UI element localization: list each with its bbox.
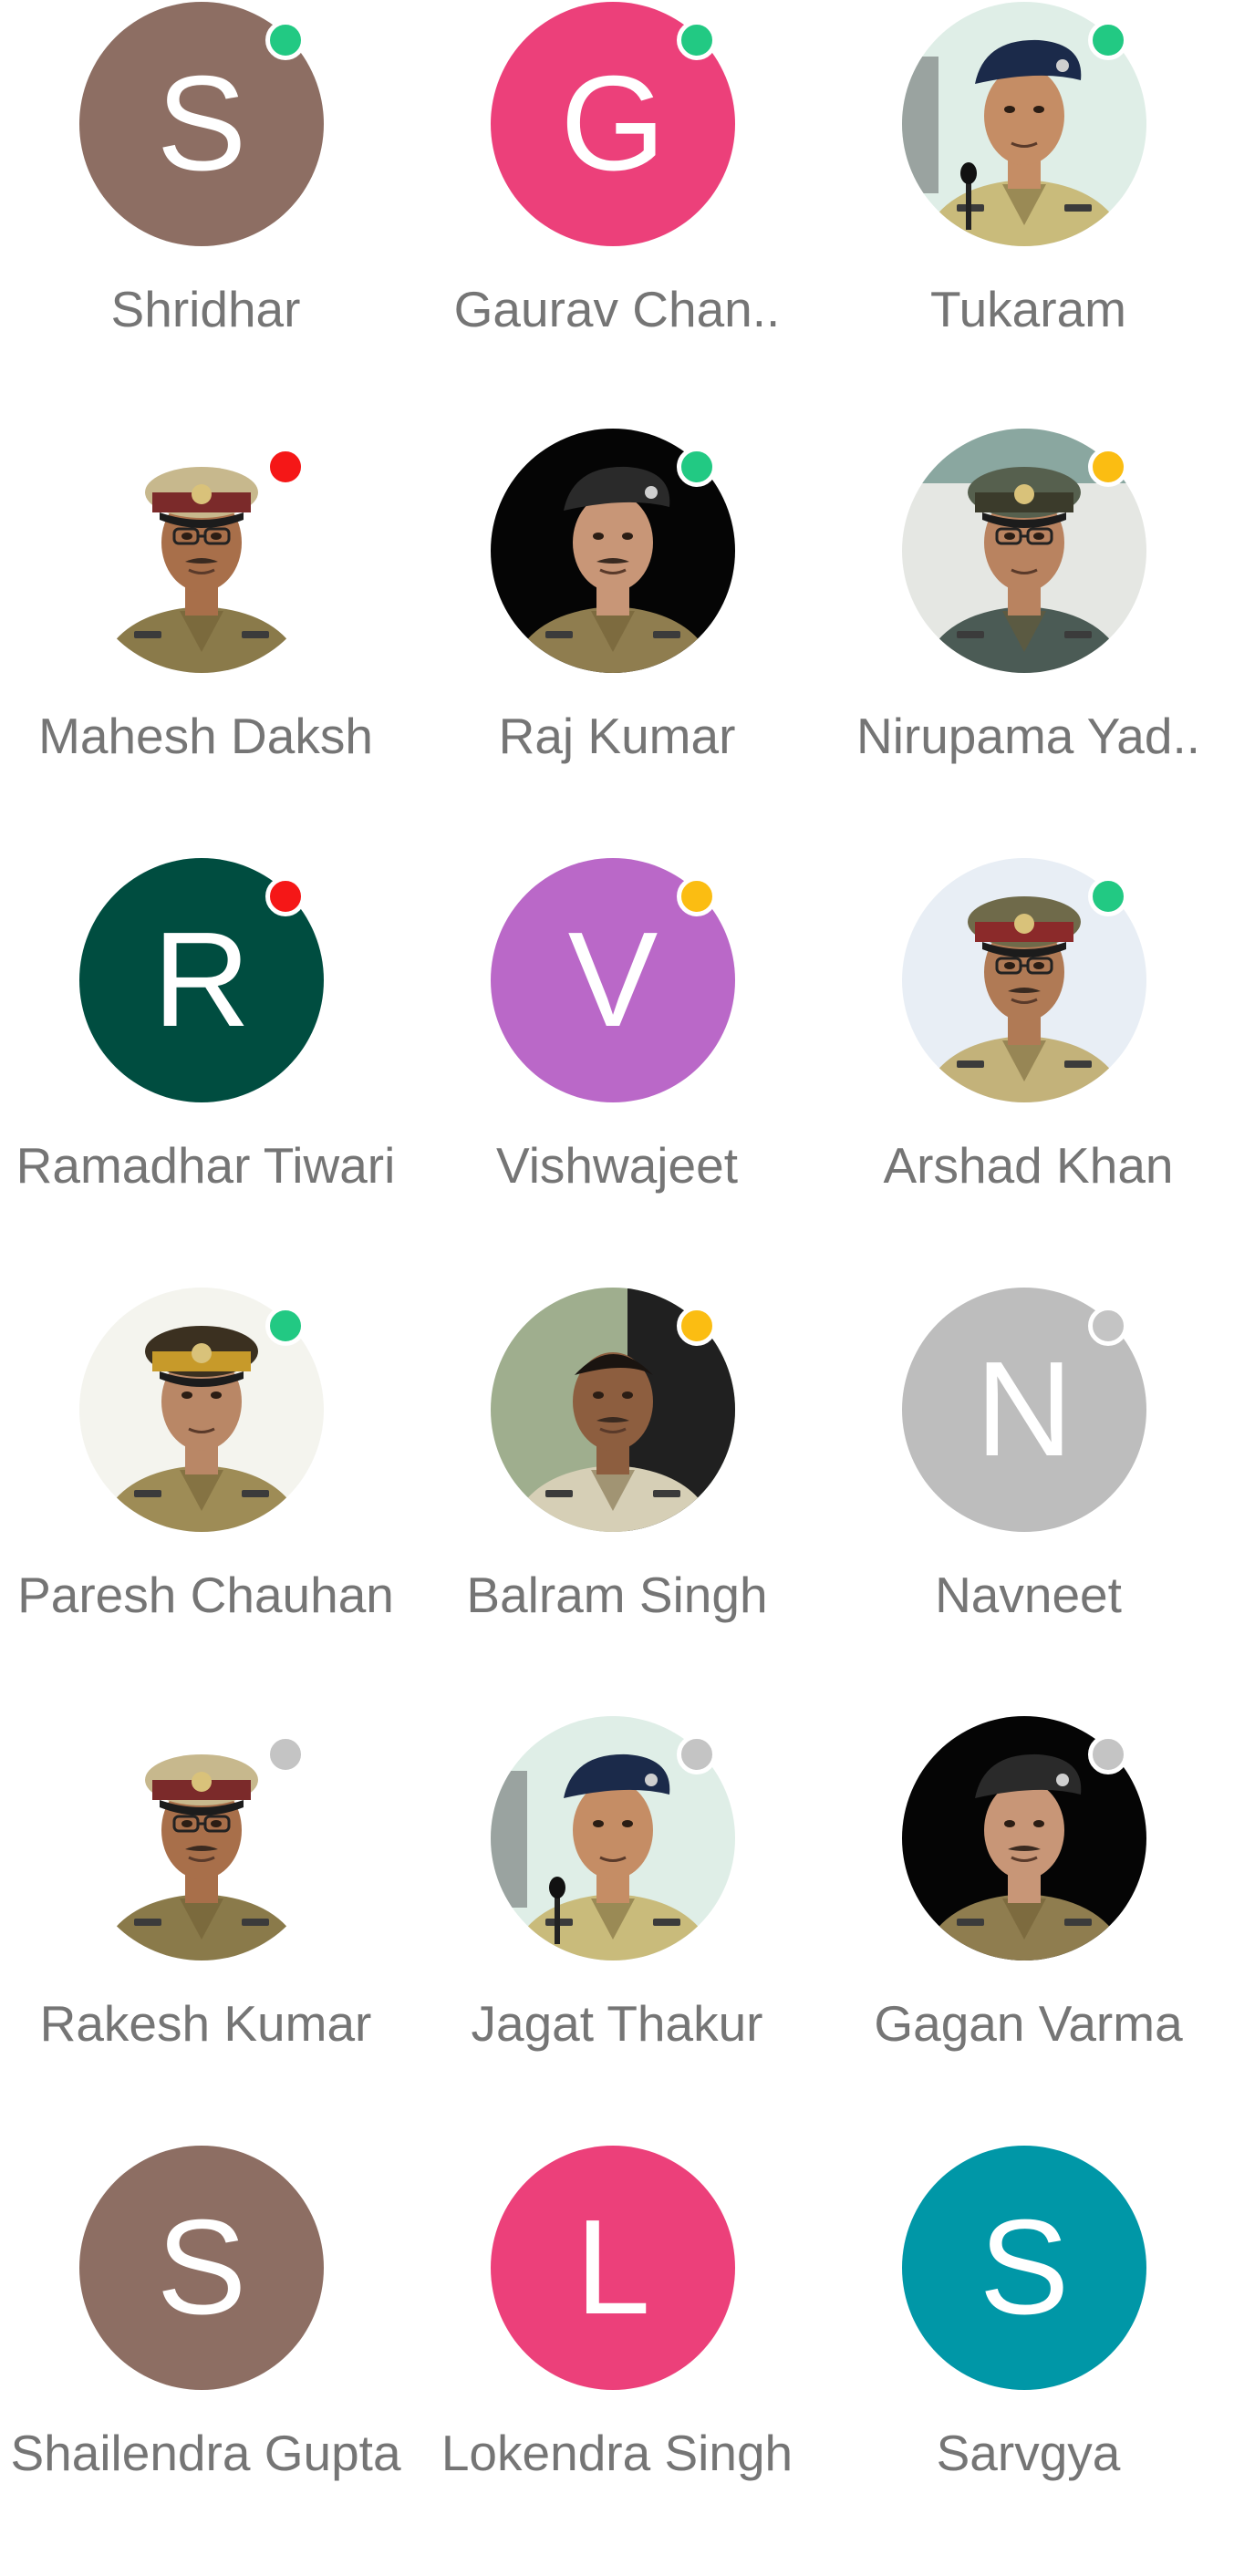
avatar-initial: R xyxy=(152,905,251,1055)
contact-name: Paresh Chauhan xyxy=(17,1567,394,1623)
contact-name: Shailendra Gupta xyxy=(10,2425,401,2481)
contact-item-sarvgya[interactable]: S Sarvgya xyxy=(823,2146,1234,2576)
avatar: L xyxy=(491,2146,735,2390)
contact-name: Shridhar xyxy=(110,281,301,337)
contact-item-paresh-chauhan[interactable]: Paresh Chauhan xyxy=(0,1288,411,1718)
status-online-indicator xyxy=(677,20,717,60)
contact-item-rakesh-kumar[interactable]: Rakesh Kumar xyxy=(0,1716,411,2147)
contact-item-mahesh-daksh[interactable]: Mahesh Daksh xyxy=(0,429,411,859)
contact-item-lokendra-singh[interactable]: L Lokendra Singh xyxy=(411,2146,823,2576)
contact-item-raj-kumar[interactable]: Raj Kumar xyxy=(411,429,823,859)
contact-name: Rakesh Kumar xyxy=(39,1995,372,2052)
avatar-initial: N xyxy=(975,1334,1073,1485)
avatar: S xyxy=(902,2146,1146,2390)
status-online-indicator xyxy=(265,1306,306,1346)
contact-name: Gagan Varma xyxy=(874,1995,1183,2052)
status-online-indicator xyxy=(265,20,306,60)
status-away-indicator xyxy=(677,1306,717,1346)
contact-item-vishwajeet[interactable]: V Vishwajeet xyxy=(411,858,823,1288)
contact-item-shridhar[interactable]: S Shridhar xyxy=(0,2,411,432)
avatar-initial: L xyxy=(575,2192,651,2343)
contact-item-shailendra-gupta[interactable]: S Shailendra Gupta xyxy=(0,2146,411,2576)
contact-name: Tukaram xyxy=(930,281,1126,337)
contact-name: Nirupama Yad.. xyxy=(856,708,1201,764)
avatar-initial: S xyxy=(156,48,247,199)
status-offline-indicator xyxy=(677,1734,717,1774)
contact-name: Sarvgya xyxy=(936,2425,1121,2481)
contacts-grid: S Shridhar G Gaurav Chan.. Tukaram Mahesh Dak… xyxy=(0,0,1234,2498)
contact-item-navneet[interactable]: N Navneet xyxy=(823,1288,1234,1718)
contact-name: Gaurav Chan.. xyxy=(453,281,781,337)
contact-item-tukaram[interactable]: Tukaram xyxy=(823,2,1234,432)
status-online-indicator xyxy=(1088,20,1128,60)
avatar-initial: V xyxy=(567,905,658,1055)
contact-item-arshad-khan[interactable]: Arshad Khan xyxy=(823,858,1234,1288)
status-online-indicator xyxy=(677,447,717,487)
contact-name: Raj Kumar xyxy=(498,708,736,764)
contact-name: Balram Singh xyxy=(466,1567,768,1623)
contact-name: Mahesh Daksh xyxy=(38,708,373,764)
contact-name: Jagat Thakur xyxy=(471,1995,763,2052)
avatar: S xyxy=(79,2146,324,2390)
status-away-indicator xyxy=(1088,447,1128,487)
contact-name: Lokendra Singh xyxy=(441,2425,793,2481)
status-busy-indicator xyxy=(265,876,306,916)
contact-name: Ramadhar Tiwari xyxy=(16,1137,396,1194)
status-busy-indicator xyxy=(265,447,306,487)
status-offline-indicator xyxy=(1088,1734,1128,1774)
contact-item-nirupama-yad[interactable]: Nirupama Yad.. xyxy=(823,429,1234,859)
contact-item-gaurav-chan[interactable]: G Gaurav Chan.. xyxy=(411,2,823,432)
status-offline-indicator xyxy=(1088,1306,1128,1346)
status-offline-indicator xyxy=(265,1734,306,1774)
status-online-indicator xyxy=(1088,876,1128,916)
contact-name: Vishwajeet xyxy=(496,1137,738,1194)
status-away-indicator xyxy=(677,876,717,916)
contact-item-jagat-thakur[interactable]: Jagat Thakur xyxy=(411,1716,823,2147)
avatar-initial: G xyxy=(560,48,666,199)
avatar-initial: S xyxy=(979,2192,1070,2343)
contact-name: Arshad Khan xyxy=(883,1137,1174,1194)
contact-item-ramadhar-tiwari[interactable]: R Ramadhar Tiwari xyxy=(0,858,411,1288)
contact-name: Navneet xyxy=(935,1567,1122,1623)
contact-item-gagan-varma[interactable]: Gagan Varma xyxy=(823,1716,1234,2147)
contact-item-balram-singh[interactable]: Balram Singh xyxy=(411,1288,823,1718)
avatar-initial: S xyxy=(156,2192,247,2343)
